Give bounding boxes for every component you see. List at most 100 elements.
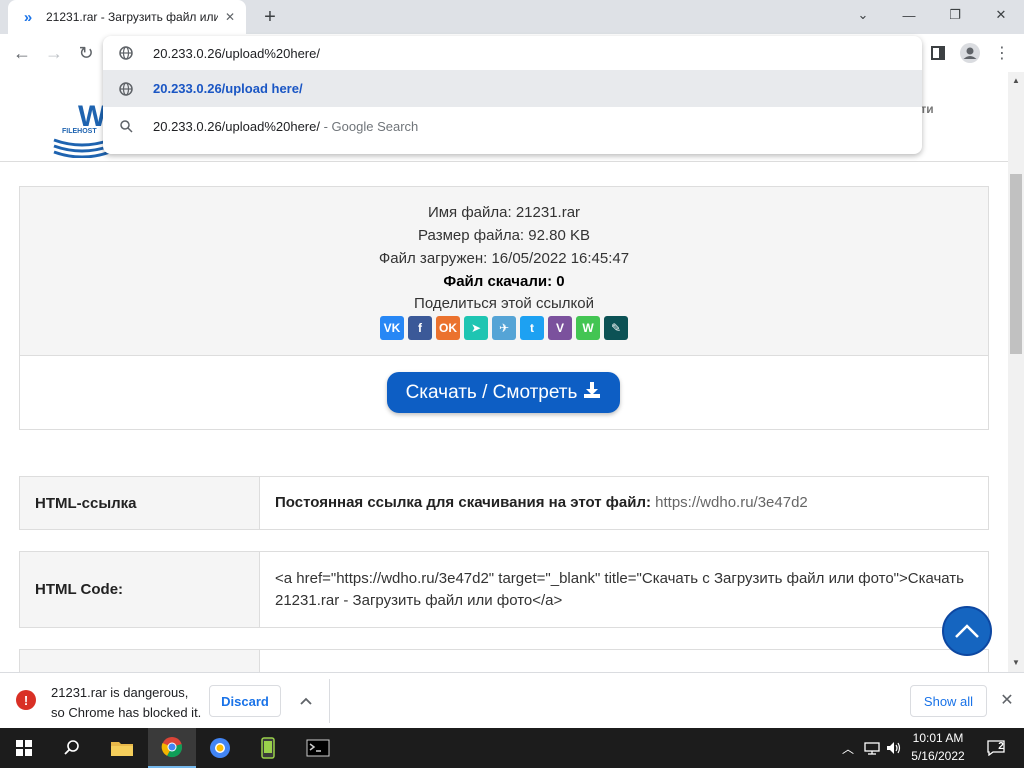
next-link-row xyxy=(19,649,989,672)
site-favicon-icon: » xyxy=(23,8,33,26)
html-link-label: HTML-ссылка xyxy=(20,477,260,529)
clock-time[interactable]: 10:01 AM xyxy=(906,731,970,745)
notification-count: 2 xyxy=(998,741,1004,752)
html-link-desc: Постоянная ссылка для скачивания на этот… xyxy=(275,494,651,511)
scroll-down-arrow-icon[interactable]: ▼ xyxy=(1012,658,1020,667)
close-window-button[interactable]: ✕ xyxy=(986,4,1016,26)
whatsapp-share-icon[interactable]: W xyxy=(576,316,600,340)
html-link-url[interactable]: https://wdho.ru/3e47d2 xyxy=(655,492,808,514)
download-warning: 21231.rar is dangerous, so Chrome has bl… xyxy=(51,683,201,723)
address-bar[interactable]: 20.233.0.26/upload%20here/ xyxy=(103,36,922,70)
svg-text:FILEHOST: FILEHOST xyxy=(62,128,97,135)
chrome-icon xyxy=(161,737,183,758)
show-all-button[interactable]: Show all xyxy=(910,685,987,717)
omnibox-dropdown: 20.233.0.26/upload%20here/ 20.233.0.26/u… xyxy=(103,36,922,154)
suggestion-url: 20.233.0.26/upload here/ xyxy=(153,81,303,96)
chrome-alt-taskbar-button[interactable] xyxy=(196,728,244,768)
tray-overflow-chevron-icon[interactable]: ︿ xyxy=(840,740,856,756)
browser-tab-strip: » 21231.rar - Загрузить файл или ✕ + ⌄ —… xyxy=(0,0,1024,34)
scroll-to-top-button[interactable] xyxy=(942,606,992,656)
search-taskbar-button[interactable] xyxy=(48,728,96,768)
next-row-label xyxy=(20,650,260,672)
warning-icon: ! xyxy=(16,690,36,710)
html-link-row: HTML-ссылка Постоянная ссылка для скачив… xyxy=(19,476,989,530)
html-code-row: HTML Code: <a href="https://wdho.ru/3e47… xyxy=(19,551,989,628)
clock-date[interactable]: 5/16/2022 xyxy=(906,749,970,763)
suggestion-query: 20.233.0.26/upload%20here/ xyxy=(153,119,320,134)
html-code-label: HTML Code: xyxy=(20,552,260,627)
download-button-label: Скачать / Смотреть xyxy=(405,381,578,403)
forward-button[interactable]: → xyxy=(42,41,66,65)
discard-button[interactable]: Discard xyxy=(209,685,281,717)
chrome-taskbar-button[interactable] xyxy=(148,728,196,768)
phone-app-taskbar-button[interactable] xyxy=(244,728,292,768)
file-downloads: Файл скачали: 0 xyxy=(20,273,988,290)
suggestion-engine: - Google Search xyxy=(319,119,419,134)
vk-share-icon[interactable]: VK xyxy=(380,316,404,340)
mymail-share-icon[interactable]: ➤ xyxy=(464,316,488,340)
volume-icon[interactable] xyxy=(886,740,902,756)
globe-icon xyxy=(118,81,134,97)
back-button[interactable]: ← xyxy=(10,41,34,65)
terminal-icon xyxy=(306,739,330,757)
download-icon xyxy=(583,381,601,405)
globe-icon xyxy=(118,45,134,61)
menu-kebab-icon[interactable]: ⋮ xyxy=(990,41,1014,65)
odnoklassniki-share-icon[interactable]: OK xyxy=(436,316,460,340)
omnibox-suggestion[interactable]: 20.233.0.26/upload%20here/ - Google Sear… xyxy=(103,108,922,145)
share-label: Поделиться этой ссылкой xyxy=(414,295,594,312)
telegram-share-icon[interactable]: ✈ xyxy=(492,316,516,340)
chevron-up-icon[interactable] xyxy=(296,691,316,711)
folder-icon xyxy=(111,742,133,756)
address-input-value[interactable]: 20.233.0.26/upload%20here/ xyxy=(153,46,320,61)
download-button[interactable]: Скачать / Смотреть xyxy=(387,372,620,413)
file-uploaded: Файл загружен: 16/05/2022 16:45:47 xyxy=(378,250,630,267)
scroll-up-arrow-icon[interactable]: ▲ xyxy=(1012,76,1020,85)
close-tab-icon[interactable]: ✕ xyxy=(222,9,238,25)
new-tab-button[interactable]: + xyxy=(259,6,281,28)
file-info-card: Имя файла: 21231.rar Размер файла: 92.80… xyxy=(19,186,989,430)
viber-share-icon[interactable]: V xyxy=(548,316,572,340)
search-icon xyxy=(118,119,134,135)
tab-search-chevron-icon[interactable]: ⌄ xyxy=(848,4,878,26)
phone-icon xyxy=(261,737,275,759)
downloads-count: 0 xyxy=(556,273,565,290)
terminal-taskbar-button[interactable] xyxy=(294,728,342,768)
network-icon[interactable] xyxy=(864,740,880,756)
file-explorer-button[interactable] xyxy=(98,728,146,768)
search-icon xyxy=(64,740,79,755)
chrome-beta-icon xyxy=(210,738,230,758)
twitter-share-icon[interactable]: t xyxy=(520,316,544,340)
share-buttons: VK f OK ➤ ✈ t V W ✎ xyxy=(20,316,988,340)
file-size: Размер файла: 92.80 KB xyxy=(418,227,590,244)
warning-line-1: 21231.rar is dangerous, xyxy=(51,685,189,700)
restore-button[interactable]: ❐ xyxy=(940,4,970,26)
shelf-divider xyxy=(329,679,330,723)
page-scrollbar[interactable]: ▲ ▼ xyxy=(1008,72,1024,672)
downloads-label: Файл скачали: xyxy=(443,273,553,290)
close-shelf-icon[interactable]: ✕ xyxy=(997,690,1017,710)
windows-logo-icon xyxy=(16,740,32,756)
suggestion-search-text: 20.233.0.26/upload%20here/ - Google Sear… xyxy=(153,119,418,134)
next-row-value xyxy=(260,650,988,672)
profile-avatar-icon[interactable] xyxy=(958,41,982,65)
side-panel-icon[interactable] xyxy=(926,41,950,65)
file-info-panel: Имя файла: 21231.rar Размер файла: 92.80… xyxy=(20,187,988,356)
minimize-button[interactable]: — xyxy=(894,4,924,26)
omnibox-suggestion[interactable]: 20.233.0.26/upload here/ xyxy=(103,70,922,107)
tab-title: 21231.rar - Загрузить файл или xyxy=(46,10,218,24)
chevron-up-icon xyxy=(955,624,979,638)
browser-tab[interactable]: » 21231.rar - Загрузить файл или ✕ xyxy=(8,0,246,34)
warning-line-2: so Chrome has blocked it. xyxy=(51,705,202,720)
web-page: W FILEHOST йти ▲ ▼ Имя файла: 21231.rar … xyxy=(0,72,1024,672)
reload-button[interactable]: ↻ xyxy=(74,41,98,65)
windows-taskbar: ︿ 10:01 AM 5/16/2022 2 xyxy=(0,728,1024,768)
facebook-share-icon[interactable]: f xyxy=(408,316,432,340)
download-shelf: ! 21231.rar is dangerous, so Chrome has … xyxy=(0,672,1024,728)
scroll-thumb[interactable] xyxy=(1010,174,1022,354)
html-link-value[interactable]: Постоянная ссылка для скачивания на этот… xyxy=(260,477,988,529)
file-name: Имя файла: 21231.rar xyxy=(427,204,581,221)
html-code-value[interactable]: <a href="https://wdho.ru/3e47d2" target=… xyxy=(260,552,988,627)
livejournal-share-icon[interactable]: ✎ xyxy=(604,316,628,340)
start-button[interactable] xyxy=(0,728,48,768)
